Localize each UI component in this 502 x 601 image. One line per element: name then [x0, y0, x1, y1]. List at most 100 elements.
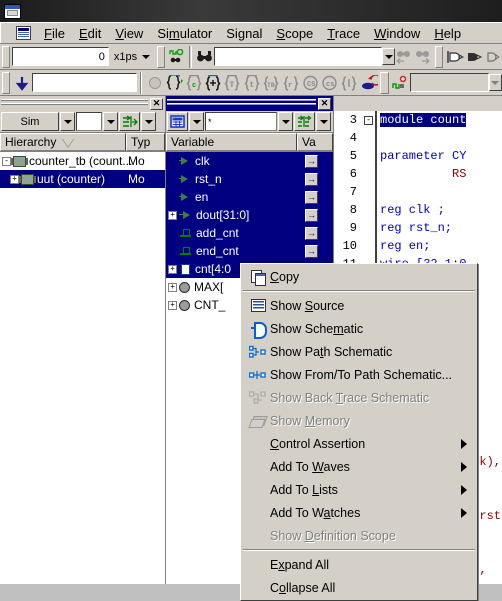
- variable-filter-dropdown-icon[interactable]: [278, 112, 293, 131]
- sim-filter-input[interactable]: [76, 112, 102, 131]
- menu-file[interactable]: File: [37, 24, 72, 43]
- expander-icon[interactable]: +: [10, 174, 19, 184]
- step-t-icon[interactable]: T: [223, 72, 242, 94]
- toolbar-grip-4[interactable]: [2, 71, 11, 94]
- column-variable[interactable]: Variable: [166, 133, 297, 151]
- expand-arrow-icon[interactable]: [119, 112, 140, 131]
- waveform-search-icon[interactable]: [167, 46, 186, 68]
- variable-row-add-cnt[interactable]: add_cnt →: [166, 224, 333, 242]
- context-menu-item-show-from-to-path-schematic[interactable]: Show From/To Path Schematic...: [241, 363, 477, 386]
- sim-dropdown-icon[interactable]: [60, 112, 75, 131]
- context-menu-item-collapse-all[interactable]: Collapse All: [241, 576, 477, 599]
- goto-icon[interactable]: [12, 72, 31, 94]
- fold-toggle-icon[interactable]: -: [364, 116, 373, 125]
- variable-pane-caption[interactable]: ✕: [166, 96, 333, 111]
- load-source-icon[interactable]: [464, 46, 483, 68]
- variable-expand-dropdown-icon[interactable]: [316, 112, 331, 131]
- drive-source-icon[interactable]: [445, 46, 465, 68]
- column-hierarchy[interactable]: Hierarchy: [0, 133, 126, 151]
- app-menu-icon[interactable]: [16, 26, 31, 40]
- find-history-dropdown[interactable]: [382, 48, 396, 65]
- context-menu-item-show-path-schematic[interactable]: Show Path Schematic: [241, 340, 477, 363]
- context-menu-item-copy[interactable]: Copy: [241, 265, 477, 288]
- context-menu-item-add-to-waves[interactable]: Add To Waves: [241, 455, 477, 478]
- value-expand-icon[interactable]: →: [305, 208, 318, 222]
- context-menu-item-show-source[interactable]: Show Source: [241, 294, 477, 317]
- find-next-icon[interactable]: [414, 46, 433, 68]
- expand-arrow-icon[interactable]: [294, 112, 315, 131]
- value-expand-icon[interactable]: →: [305, 244, 318, 258]
- menu-scope[interactable]: Scope: [269, 24, 320, 43]
- step-pipe-icon[interactable]: [340, 72, 359, 94]
- expander-icon[interactable]: +: [168, 300, 177, 310]
- variable-row-dout[interactable]: + dout[31:0] →: [166, 206, 333, 224]
- sim-filter-dropdown-icon[interactable]: [103, 112, 118, 131]
- variable-row-rst-n[interactable]: rst_n →: [166, 170, 333, 188]
- variable-row-end-cnt[interactable]: end_cnt →: [166, 242, 333, 260]
- step-continue-icon[interactable]: c: [184, 72, 203, 94]
- close-icon[interactable]: ✕: [150, 97, 163, 110]
- value-expand-icon[interactable]: →: [305, 226, 318, 240]
- hierarchy-row-uut[interactable]: + uut (counter) Mo: [0, 170, 165, 188]
- context-menu[interactable]: Copy Show Source Show Schematic Show Pat…: [240, 263, 478, 601]
- value-expand-icon[interactable]: →: [305, 190, 318, 204]
- toolbar-grip-3[interactable]: [435, 45, 444, 68]
- hierarchy-row-counter-tb[interactable]: - counter_tb (count... Mo: [0, 152, 165, 170]
- breakpoint-combo-field[interactable]: [409, 73, 489, 92]
- toolbar-grip-1[interactable]: [2, 45, 10, 68]
- step-into-icon[interactable]: [165, 72, 184, 94]
- expander-icon[interactable]: +: [168, 264, 177, 274]
- hierarchy-tree[interactable]: - counter_tb (count... Mo + uut (counter…: [0, 152, 165, 584]
- sim-button[interactable]: Sim: [1, 112, 59, 131]
- grid-dropdown-icon[interactable]: [189, 112, 204, 131]
- column-value[interactable]: Va: [297, 133, 333, 151]
- context-menu-item-show-schematic[interactable]: Show Schematic: [241, 317, 477, 340]
- expander-icon[interactable]: -: [2, 156, 11, 166]
- column-type[interactable]: Typ: [126, 133, 165, 151]
- expander-icon[interactable]: +: [168, 210, 177, 220]
- context-menu-item-expand-all[interactable]: Expand All: [241, 553, 477, 576]
- toolbar-grip-5[interactable]: [380, 71, 389, 94]
- value-expand-icon[interactable]: →: [305, 172, 318, 186]
- goto-input[interactable]: [31, 73, 137, 92]
- sim-pane: ✕ Sim Hierarchy Typ - counter_tb (count.…: [0, 96, 166, 584]
- close-icon[interactable]: ✕: [318, 97, 331, 110]
- menu-window[interactable]: Window: [367, 24, 427, 43]
- find-input[interactable]: [213, 47, 383, 66]
- context-menu-item-add-to-watches[interactable]: Add To Watches: [241, 501, 477, 524]
- value-expand-icon[interactable]: →: [305, 154, 318, 168]
- find-prev-icon[interactable]: [395, 46, 414, 68]
- step-cs-icon[interactable]: CS: [301, 72, 320, 94]
- breakpoint-dropdown[interactable]: [488, 74, 502, 91]
- step-plus-icon[interactable]: [204, 72, 223, 94]
- step-tb-icon[interactable]: TB: [262, 72, 281, 94]
- menubar-grip[interactable]: [0, 23, 12, 43]
- step-tt-icon[interactable]: t: [243, 72, 262, 94]
- menu-help[interactable]: Help: [427, 24, 468, 43]
- simulation-time-field[interactable]: 0: [11, 47, 109, 66]
- variable-row-clk[interactable]: clk →: [166, 152, 333, 170]
- menu-trace[interactable]: Trace: [320, 24, 367, 43]
- grid-icon[interactable]: [167, 112, 188, 131]
- drive-load-icon[interactable]: [483, 46, 502, 68]
- expand-dropdown-icon[interactable]: [141, 112, 156, 131]
- find-icon[interactable]: [195, 46, 214, 68]
- context-menu-item-add-to-lists[interactable]: Add To Lists: [241, 478, 477, 501]
- step-tc-icon[interactable]: r: [281, 72, 300, 94]
- variable-row-label: rst_n: [195, 172, 222, 186]
- scope-circle-icon[interactable]: [145, 72, 164, 94]
- restart-icon[interactable]: [359, 72, 379, 94]
- context-menu-item-control-assertion[interactable]: Control Assertion: [241, 432, 477, 455]
- add-breakpoint-icon[interactable]: [391, 72, 410, 94]
- menu-simulator[interactable]: Simulator: [150, 24, 219, 43]
- menu-view[interactable]: View: [108, 24, 150, 43]
- step-cs2-icon[interactable]: cs: [320, 72, 339, 94]
- time-unit-combo[interactable]: x1ps: [109, 47, 155, 67]
- menu-edit[interactable]: Edit: [72, 24, 108, 43]
- variable-filter-input[interactable]: *: [205, 112, 277, 131]
- expander-icon[interactable]: +: [168, 282, 177, 292]
- sim-pane-caption[interactable]: ✕: [0, 96, 165, 111]
- menu-signal[interactable]: Signal: [219, 24, 269, 43]
- variable-row-en[interactable]: en →: [166, 188, 333, 206]
- toolbar-grip-2[interactable]: [157, 45, 166, 68]
